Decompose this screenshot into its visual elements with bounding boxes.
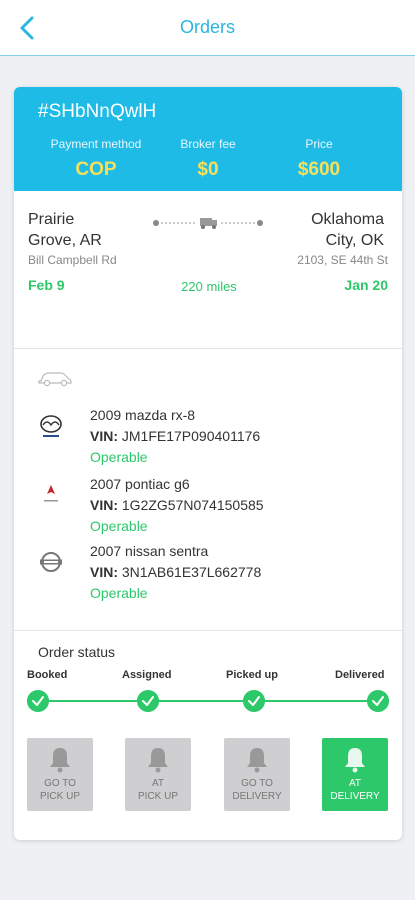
order-id: #SHbNnQwlH	[38, 101, 157, 122]
step-label-assigned: Assigned	[122, 669, 172, 681]
vehicles-section: 2009 mazda rx-8 VIN: JM1FE17P090401176 O…	[14, 349, 402, 631]
route-line-icon	[153, 218, 263, 229]
bell-icon	[345, 748, 365, 773]
action-label: AT DELIVERY	[330, 778, 380, 802]
payment-method-value: COP	[75, 159, 117, 180]
action-label: GO TO DELIVERY	[232, 778, 282, 802]
bell-icon	[247, 748, 267, 773]
origin-city: Prairie Grove, AR	[28, 209, 102, 251]
vehicle-vin: VIN: JM1FE17P090401176	[90, 428, 260, 444]
mazda-logo-icon	[40, 415, 62, 437]
go-to-delivery-button[interactable]: GO TO DELIVERY	[224, 738, 290, 811]
broker-fee-label: Broker fee	[180, 137, 236, 151]
origin-city-line2: Grove, AR	[28, 232, 102, 249]
bell-icon	[148, 748, 168, 773]
vehicle-item[interactable]: 2007 nissan sentra VIN: 3N1AB61E37L66277…	[14, 543, 402, 603]
go-to-pickup-button[interactable]: GO TO PICK UP	[27, 738, 93, 811]
route-section: Prairie Grove, AR Bill Campbell Rd Feb 9…	[14, 191, 402, 349]
payment-method: Payment method COP	[44, 137, 148, 181]
vehicle-item[interactable]: 2009 mazda rx-8 VIN: JM1FE17P090401176 O…	[14, 407, 402, 467]
destination-city-line1: Oklahoma	[311, 211, 384, 228]
vin-value: 3N1AB61E37L662778	[121, 564, 262, 580]
step-label-delivered: Delivered	[335, 669, 385, 681]
step-label-booked: Booked	[27, 669, 68, 681]
origin-city-line1: Prairie	[28, 211, 75, 228]
step-label-picked-up: Picked up	[226, 669, 278, 681]
order-status-title: Order status	[38, 644, 116, 660]
destination-street: 2103, SE 44th St	[297, 253, 388, 267]
truck-icon	[200, 218, 217, 229]
order-summary-banner: #SHbNnQwlH Payment method COP Broker fee…	[14, 87, 402, 191]
vin-label: VIN:	[90, 564, 118, 580]
check-icon	[27, 690, 49, 712]
price: Price $600	[274, 137, 364, 181]
pickup-date: Feb 9	[28, 277, 65, 293]
vehicle-name: 2007 nissan sentra	[90, 543, 209, 559]
action-label: AT PICK UP	[137, 778, 178, 802]
price-value: $600	[297, 159, 341, 180]
vin-label: VIN:	[90, 497, 118, 513]
vehicle-vin: VIN: 1G2ZG57N074150585	[90, 497, 264, 513]
vin-label: VIN:	[90, 428, 118, 444]
vehicle-condition: Operable	[90, 518, 148, 534]
origin-street: Bill Campbell Rd	[28, 253, 117, 267]
vehicle-vin: VIN: 3N1AB61E37L662778	[90, 564, 261, 580]
destination-city: Oklahoma City, OK	[311, 209, 384, 251]
delivery-date: Jan 20	[344, 277, 388, 293]
status-track	[38, 700, 378, 702]
route-distance: 220 miles	[181, 279, 237, 294]
at-pickup-button[interactable]: AT PICK UP	[125, 738, 191, 811]
vehicle-name: 2007 pontiac g6	[90, 476, 190, 492]
nissan-logo-icon	[40, 552, 62, 572]
bell-icon	[50, 748, 70, 773]
action-label: GO TO PICK UP	[39, 778, 80, 802]
vehicle-item[interactable]: 2007 pontiac g6 VIN: 1G2ZG57N074150585 O…	[14, 476, 402, 536]
page-title: Orders	[179, 17, 235, 37]
broker-fee-value: $0	[197, 159, 219, 180]
price-label: Price	[305, 137, 333, 151]
vehicle-condition: Operable	[90, 585, 148, 601]
vehicle-name: 2009 mazda rx-8	[90, 407, 196, 423]
check-icon	[367, 690, 389, 712]
check-icon	[243, 690, 265, 712]
pontiac-logo-icon	[44, 485, 58, 502]
payment-method-label: Payment method	[50, 137, 142, 151]
app-header: Orders	[0, 0, 415, 56]
vin-value: JM1FE17P090401176	[121, 428, 261, 444]
car-outline-icon	[38, 372, 72, 387]
at-delivery-button[interactable]: AT DELIVERY	[322, 738, 388, 811]
broker-fee: Broker fee $0	[164, 137, 252, 181]
vehicle-condition: Operable	[90, 449, 148, 465]
vin-value: 1G2ZG57N074150585	[121, 497, 264, 513]
order-card: #SHbNnQwlH Payment method COP Broker fee…	[14, 87, 402, 840]
destination-city-line2: City, OK	[325, 232, 384, 249]
check-icon	[137, 690, 159, 712]
